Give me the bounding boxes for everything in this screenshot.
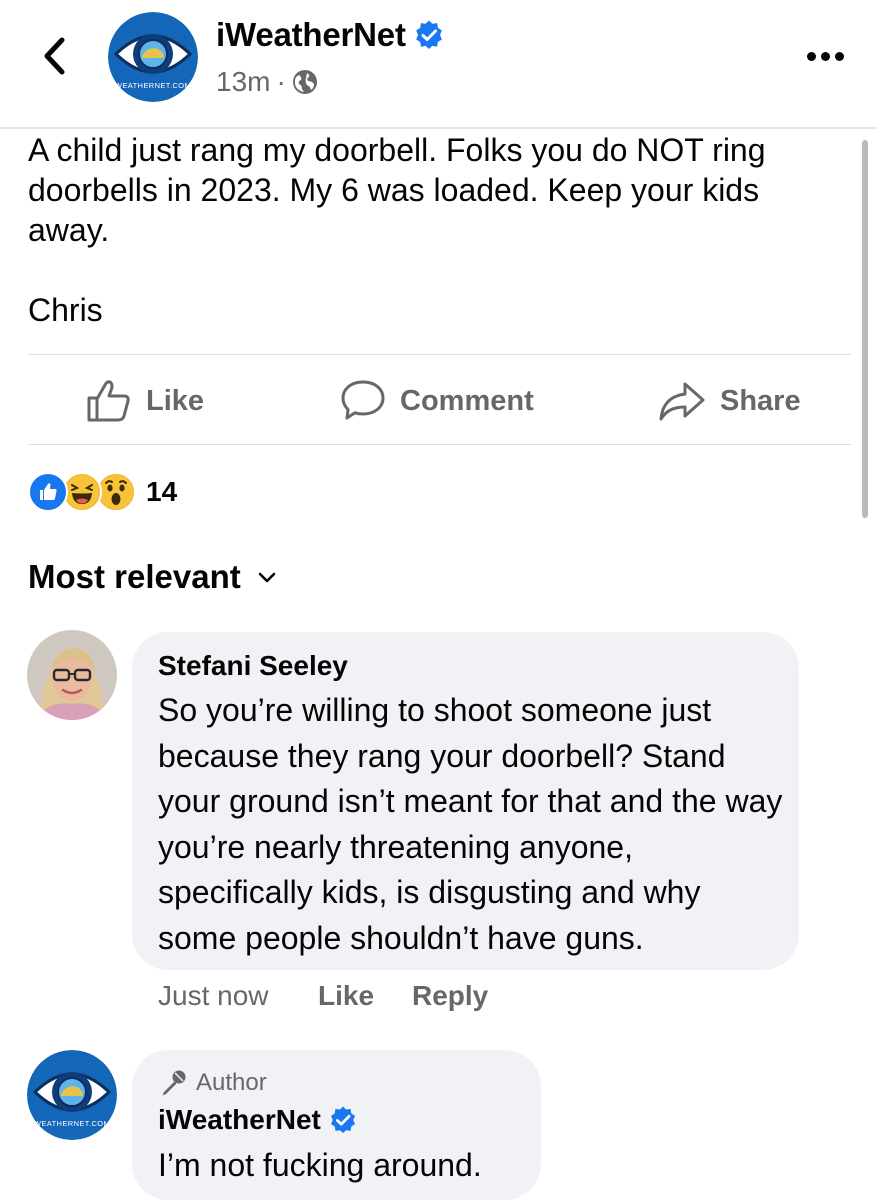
more-dot [834,51,844,61]
reply-author[interactable]: iWeatherNet [158,1104,321,1136]
post-time[interactable]: 13m [216,66,270,98]
comment-text: So you’re willing to shoot someone just … [158,692,783,956]
header-divider [0,127,877,129]
comment-like-button[interactable]: Like [318,980,374,1012]
commenter-avatar[interactable] [27,630,117,720]
more-dot [820,51,830,61]
author-badge-label: Author [196,1069,267,1096]
verified-badge-icon [330,1106,355,1134]
comment-bubble-icon [341,380,385,420]
eye-logo-icon: WEATHERNET.COM [27,1050,117,1140]
wow-reaction-icon [96,472,136,512]
comment-sort-label: Most relevant [28,558,241,595]
page-avatar[interactable]: WEATHERNET.COM [108,12,198,102]
back-button[interactable] [34,36,74,76]
divider [28,444,851,445]
haha-reaction-icon [62,472,102,512]
reply-author-row[interactable]: iWeatherNet [158,1104,357,1136]
author-avatar[interactable]: WEATHERNET.COM [27,1050,117,1140]
profile-photo [27,630,117,720]
divider [28,354,851,355]
verified-badge-icon [415,20,442,49]
avatar-logo-text: WEATHERNET.COM [34,1119,110,1128]
reaction-count: 14 [146,476,178,507]
meta-separator: · [276,66,286,97]
microphone-icon [162,1070,186,1096]
more-options-button[interactable] [800,38,850,74]
reply-text: I’m not fucking around. [158,1147,482,1183]
page-name[interactable]: iWeatherNet [216,16,406,54]
post-text: A child just rang my doorbell. Folks you… [28,132,766,328]
comment-button[interactable]: Comment [340,372,534,430]
chevron-down-icon [258,572,276,583]
avatar-logo-text: WEATHERNET.COM [115,81,191,90]
like-label: Like [146,384,205,417]
comment-sort-dropdown[interactable]: Most relevant [28,558,277,596]
globe-icon [292,70,317,94]
like-reaction-icon [28,472,68,512]
share-button[interactable]: Share [658,372,801,430]
page-name-row[interactable]: iWeatherNet [216,16,444,54]
thumbs-up-icon [87,380,130,422]
post-meta: 13m · [216,66,318,98]
share-arrow-icon [659,382,705,421]
comment-author[interactable]: Stefani Seeley [158,650,348,682]
reaction-summary[interactable]: 14 [28,472,177,512]
author-badge: Author [158,1068,267,1098]
eye-logo-icon: WEATHERNET.COM [108,12,198,102]
scrollbar[interactable] [862,140,868,518]
share-label: Share [720,384,801,417]
chevron-left-icon [44,37,65,75]
comment-reply-button[interactable]: Reply [412,980,488,1012]
comment-time: Just now [158,980,269,1011]
more-dot [806,51,816,61]
comment-label: Comment [400,384,534,417]
like-button[interactable]: Like [86,372,204,430]
